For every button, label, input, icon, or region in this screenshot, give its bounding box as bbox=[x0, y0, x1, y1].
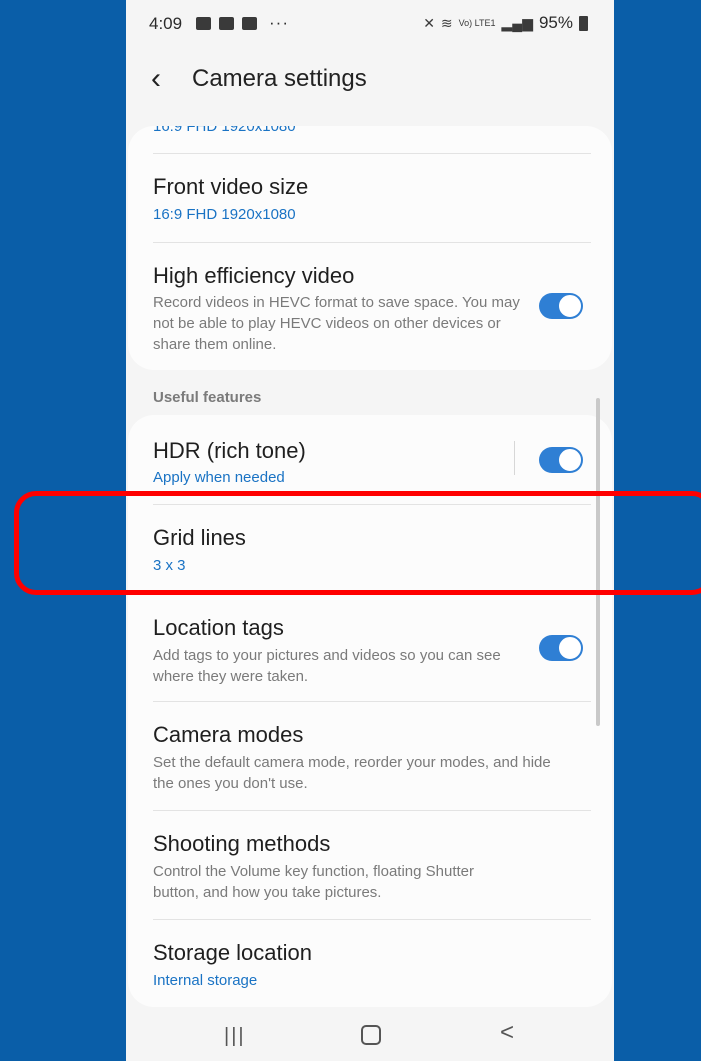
highlight-box bbox=[14, 491, 701, 595]
toggle-knob bbox=[558, 636, 582, 660]
status-time: 4:09 bbox=[149, 14, 183, 33]
storage-location-value: Internal storage bbox=[153, 972, 258, 989]
navigation-bar: ||| < bbox=[126, 1003, 614, 1061]
location-tags-title: Location tags bbox=[153, 615, 284, 640]
page-title: Camera settings bbox=[192, 65, 367, 92]
high-efficiency-video-row[interactable]: High efficiency video Record videos in H… bbox=[128, 243, 612, 370]
notification-icons: ··· bbox=[196, 13, 289, 33]
front-video-size-title: Front video size bbox=[153, 174, 309, 199]
video-settings-card: 16:9 FHD 1920x1080 Front video size 16:9… bbox=[128, 126, 612, 370]
hdr-title: HDR (rich tone) bbox=[153, 438, 306, 463]
location-tags-toggle[interactable] bbox=[539, 635, 583, 661]
rear-video-size-value: 16:9 FHD 1920x1080 bbox=[153, 126, 296, 135]
front-video-size-row[interactable]: Front video size 16:9 FHD 1920x1080 bbox=[128, 154, 612, 242]
calendar-icon bbox=[242, 16, 257, 30]
more-notifications-icon: ··· bbox=[269, 13, 289, 32]
rear-video-size-row[interactable]: 16:9 FHD 1920x1080 bbox=[128, 126, 612, 154]
toggle-knob bbox=[558, 294, 582, 318]
camera-modes-title: Camera modes bbox=[153, 722, 304, 747]
volte-label: Vo) LTE1 bbox=[458, 18, 496, 28]
hdr-toggle[interactable] bbox=[539, 447, 583, 473]
front-video-size-value: 16:9 FHD 1920x1080 bbox=[153, 206, 296, 223]
system-icons: ✕ ≋ Vo) LTE1 ▂▄▆ 95% bbox=[423, 13, 588, 33]
battery-icon bbox=[579, 15, 588, 31]
storage-location-title: Storage location bbox=[153, 940, 312, 965]
shooting-methods-row[interactable]: Shooting methods Control the Volume key … bbox=[128, 811, 612, 919]
back-icon[interactable]: < bbox=[500, 1019, 514, 1047]
gallery-icon bbox=[196, 16, 211, 30]
mute-icon: ✕ bbox=[423, 14, 435, 31]
status-bar: 4:09 ··· ✕ ≋ Vo) LTE1 ▂▄▆ 95% bbox=[126, 0, 614, 48]
back-arrow-icon[interactable]: ‹ bbox=[151, 64, 161, 94]
vertical-divider bbox=[514, 441, 515, 475]
hdr-value: Apply when needed bbox=[153, 469, 285, 486]
recent-apps-icon[interactable]: ||| bbox=[224, 1025, 246, 1048]
location-tags-desc: Add tags to your pictures and videos so … bbox=[153, 647, 501, 685]
youtube-icon bbox=[219, 16, 234, 30]
toggle-knob bbox=[558, 448, 582, 472]
section-header-useful-features: Useful features bbox=[153, 389, 262, 406]
camera-modes-desc: Set the default camera mode, reorder you… bbox=[153, 754, 551, 792]
app-header: ‹ Camera settings bbox=[126, 50, 614, 110]
shooting-methods-desc: Control the Volume key function, floatin… bbox=[153, 863, 475, 901]
shooting-methods-title: Shooting methods bbox=[153, 831, 331, 856]
camera-modes-row[interactable]: Camera modes Set the default camera mode… bbox=[128, 702, 612, 810]
high-efficiency-video-title: High efficiency video bbox=[153, 263, 355, 288]
signal-icon: ▂▄▆ bbox=[501, 14, 533, 31]
wifi-icon: ≋ bbox=[440, 14, 453, 31]
location-tags-row[interactable]: Location tags Add tags to your pictures … bbox=[128, 595, 612, 701]
high-efficiency-video-desc: Record videos in HEVC format to save spa… bbox=[153, 294, 520, 353]
battery-percent: 95% bbox=[538, 13, 573, 32]
high-efficiency-video-toggle[interactable] bbox=[539, 293, 583, 319]
storage-location-row[interactable]: Storage location Internal storage bbox=[128, 920, 612, 1007]
home-icon[interactable] bbox=[361, 1025, 381, 1045]
